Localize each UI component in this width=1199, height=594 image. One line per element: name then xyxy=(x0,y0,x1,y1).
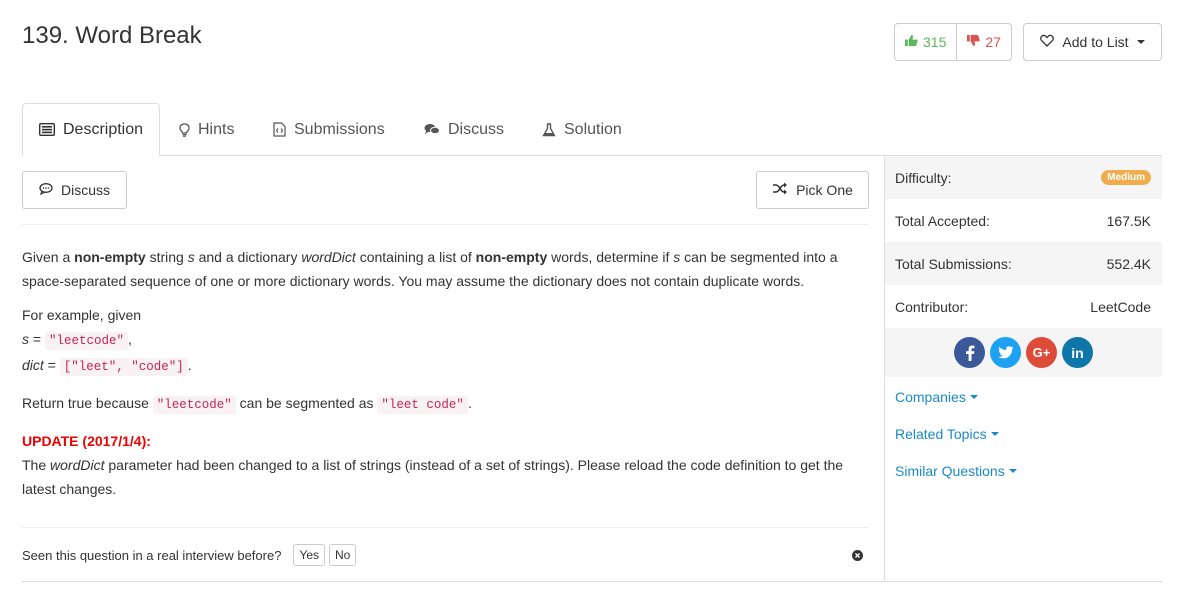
problem-title: 139. Word Break xyxy=(22,22,202,49)
emphasis: non-empty xyxy=(74,249,146,265)
related-topics-link[interactable]: Related Topics xyxy=(885,415,1162,452)
comment-icon xyxy=(39,182,53,198)
pick-one-button[interactable]: Pick One xyxy=(756,171,869,209)
add-to-list-button[interactable]: Add to List xyxy=(1023,23,1162,61)
upvote-count: 315 xyxy=(923,34,947,50)
upvote-button[interactable]: 315 xyxy=(895,24,958,60)
pick-one-label: Pick One xyxy=(796,182,853,198)
example-intro: For example, given xyxy=(22,307,142,323)
companies-link[interactable]: Companies xyxy=(885,378,1162,415)
thumbs-up-icon xyxy=(905,34,918,50)
code-inline: "leet code" xyxy=(377,396,468,414)
variable: dict xyxy=(22,357,44,373)
tab-solution[interactable]: Solution xyxy=(542,103,622,156)
tab-hints-label: Hints xyxy=(198,120,235,138)
similar-questions-label: Similar Questions xyxy=(895,462,1005,479)
submissions-value: 552.4K xyxy=(1106,255,1151,272)
tab-description-label: Description xyxy=(63,120,144,138)
divider xyxy=(22,224,869,225)
text: words, determine if xyxy=(547,249,674,265)
contributor-value[interactable]: LeetCode xyxy=(1090,299,1151,315)
text: can be segmented as xyxy=(235,395,378,411)
facebook-icon[interactable] xyxy=(954,337,985,368)
interview-prompt: Seen this question in a real interview b… xyxy=(22,544,357,566)
description-paragraph: Given a non-empty string s and a diction… xyxy=(22,245,869,293)
close-icon[interactable] xyxy=(852,548,863,566)
discuss-button-label: Discuss xyxy=(60,182,110,198)
shuffle-icon xyxy=(772,182,788,198)
discuss-button[interactable]: Discuss xyxy=(22,171,127,209)
google-plus-icon[interactable]: G+ xyxy=(1026,337,1057,368)
chevron-down-icon xyxy=(1136,40,1145,44)
companies-label: Companies xyxy=(895,388,966,405)
tab-description[interactable]: Description xyxy=(22,103,161,156)
tab-discuss-label: Discuss xyxy=(448,120,505,138)
variable: wordDict xyxy=(301,249,356,265)
tab-submissions[interactable]: Submissions xyxy=(273,103,385,156)
code-inline: "leetcode" xyxy=(44,332,128,350)
vote-group: 315 27 xyxy=(894,23,1012,61)
accepted-row: Total Accepted: 167.5K xyxy=(885,199,1162,242)
chevron-down-icon xyxy=(990,431,999,436)
flask-icon xyxy=(542,122,556,137)
variable: s xyxy=(22,331,29,347)
tab-discuss[interactable]: Discuss xyxy=(424,103,504,156)
yes-button[interactable]: Yes xyxy=(293,544,326,566)
no-button[interactable]: No xyxy=(329,544,357,566)
variable: wordDict xyxy=(50,457,105,473)
text: and a dictionary xyxy=(194,249,302,265)
tab-hints[interactable]: Hints xyxy=(179,103,234,156)
lightbulb-icon xyxy=(179,122,190,137)
update-heading: UPDATE (2017/1/4): xyxy=(22,433,151,449)
example-s: s = "leetcode", xyxy=(22,331,132,350)
tab-solution-label: Solution xyxy=(564,120,622,138)
contributor-label: Contributor: xyxy=(895,298,969,315)
submissions-row: Total Submissions: 552.4K xyxy=(885,242,1162,285)
difficulty-label: Difficulty: xyxy=(895,169,952,186)
text: Given a xyxy=(22,249,75,265)
variable: s xyxy=(187,249,195,265)
text: Return true because xyxy=(22,395,153,411)
similar-questions-link[interactable]: Similar Questions xyxy=(885,452,1162,489)
description-icon xyxy=(39,123,55,136)
comments-icon xyxy=(424,123,440,136)
accepted-label: Total Accepted: xyxy=(895,212,990,229)
emphasis: non-empty xyxy=(475,249,548,265)
code-inline: ["leet", "code"] xyxy=(59,358,188,376)
downvote-button[interactable]: 27 xyxy=(957,24,1011,60)
chevron-down-icon xyxy=(1008,468,1017,473)
code-inline: "leetcode" xyxy=(152,396,236,414)
problem-tabs: Description Hints Submissions Discuss So… xyxy=(22,103,1162,156)
text: The xyxy=(22,457,51,473)
difficulty-badge: Medium xyxy=(1101,170,1151,185)
interview-question: Seen this question in a real interview b… xyxy=(22,547,282,563)
problem-description: Given a non-empty string s and a diction… xyxy=(22,245,869,501)
thumbs-down-icon xyxy=(967,34,981,50)
text: containing a list of xyxy=(355,249,476,265)
twitter-icon[interactable] xyxy=(990,337,1021,368)
divider xyxy=(22,527,869,528)
social-share: G+ in xyxy=(885,328,1162,377)
submissions-label: Total Submissions: xyxy=(895,255,1012,272)
related-topics-label: Related Topics xyxy=(895,425,987,442)
heart-icon xyxy=(1040,34,1055,50)
chevron-down-icon xyxy=(969,394,978,399)
contributor-row: Contributor: LeetCode xyxy=(885,285,1162,328)
text: string xyxy=(145,249,188,265)
linkedin-icon[interactable]: in xyxy=(1062,337,1093,368)
tab-submissions-label: Submissions xyxy=(294,120,385,138)
downvote-count: 27 xyxy=(985,34,1001,50)
problem-sidebar: Difficulty: Medium Total Accepted: 167.5… xyxy=(884,156,1162,582)
bottom-divider xyxy=(22,581,1162,582)
text: parameter had been changed to a list of … xyxy=(22,457,844,497)
update-text: The wordDict parameter had been changed … xyxy=(22,453,869,501)
add-to-list-label: Add to List xyxy=(1062,34,1129,50)
return-explanation: Return true because "leetcode" can be se… xyxy=(22,395,472,414)
accepted-value: 167.5K xyxy=(1106,212,1151,229)
difficulty-row: Difficulty: Medium xyxy=(885,156,1162,199)
example-dict: dict = ["leet", "code"]. xyxy=(22,357,192,376)
code-file-icon xyxy=(273,122,286,137)
